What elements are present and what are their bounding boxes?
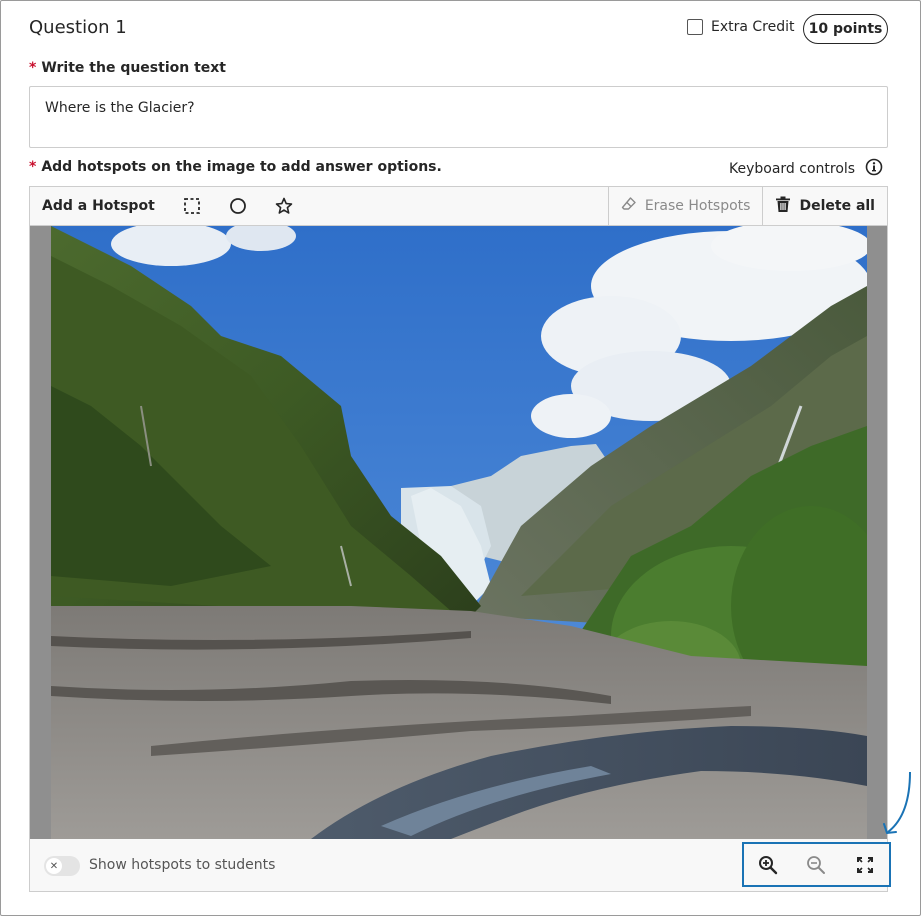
question-title: Question 1 [29,17,127,38]
extra-credit-option[interactable]: Extra Credit [687,19,795,35]
extra-credit-checkbox[interactable] [687,19,703,35]
required-marker: * [29,60,37,76]
callout-arrow [883,771,911,834]
info-icon[interactable] [865,158,883,180]
erase-hotspots-label: Erase Hotspots [644,198,751,214]
zoom-in-icon[interactable] [755,852,781,878]
zoom-controls [742,842,891,887]
circle-icon[interactable] [225,193,251,219]
erase-hotspots-button[interactable]: Erase Hotspots [607,187,763,225]
keyboard-controls[interactable]: Keyboard controls [729,158,883,180]
delete-all-label: Delete all [799,198,875,214]
eraser-icon [621,196,637,216]
fullscreen-icon[interactable] [852,852,878,878]
rectangle-select-icon[interactable] [179,193,205,219]
show-hotspots-toggle[interactable]: ✕ [44,856,80,876]
question-text-input[interactable]: Where is the Glacier? [29,86,888,148]
question-text-label-text: Write the question text [41,60,226,76]
toggle-off-icon: ✕ [46,858,62,874]
trash-icon [775,196,791,217]
required-marker: * [29,159,37,175]
polygon-star-icon[interactable] [271,193,297,219]
zoom-out-icon[interactable] [803,852,829,878]
question-text-label: * Write the question text [29,60,226,76]
points-button[interactable]: 10 points [803,14,888,44]
add-hotspot-label: Add a Hotspot [42,198,155,214]
hotspots-label: * Add hotspots on the image to add answer… [29,159,442,175]
extra-credit-label: Extra Credit [711,19,795,35]
hotspot-toolbar: Add a Hotspot Erase Hotspots Delete all [29,186,888,226]
hotspots-label-text: Add hotspots on the image to add answer … [41,159,442,175]
keyboard-controls-label: Keyboard controls [729,161,856,177]
hotspot-image-canvas[interactable] [29,226,888,839]
show-hotspots-label: Show hotspots to students [89,857,276,873]
glacier-valley-photo[interactable] [51,226,867,839]
delete-all-button[interactable]: Delete all [762,187,887,225]
